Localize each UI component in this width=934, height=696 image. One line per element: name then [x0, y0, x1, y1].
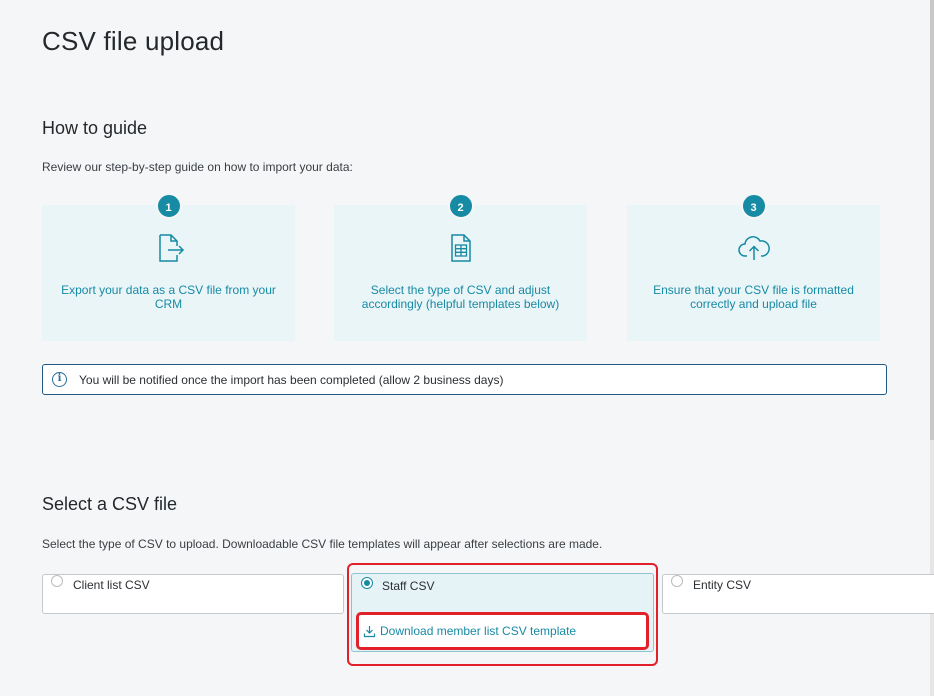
step-card-2: 2 Select the type of CSV and adjust acco… [334, 193, 587, 341]
option-client-list-csv[interactable]: Client list CSV [42, 574, 344, 614]
step-card-1: 1 Export your data as a CSV file from yo… [42, 193, 295, 341]
select-csv-description: Select the type of CSV to upload. Downlo… [42, 537, 603, 551]
how-to-guide-description: Review our step-by-step guide on how to … [42, 160, 353, 174]
info-notice: i You will be notified once the import h… [42, 364, 887, 395]
download-template-row[interactable]: Download member list CSV template [356, 612, 649, 650]
download-icon [363, 625, 376, 637]
info-notice-text: You will be notified once the import has… [79, 372, 504, 387]
file-export-icon [158, 234, 184, 262]
option-label: Client list CSV [73, 578, 150, 592]
spreadsheet-icon [450, 234, 471, 262]
cloud-upload-icon [737, 236, 770, 260]
how-to-guide-heading: How to guide [42, 118, 148, 138]
radio-button[interactable] [671, 575, 683, 587]
option-entity-csv[interactable]: Entity CSV [662, 574, 934, 614]
step-number-badge: 2 [447, 193, 474, 219]
option-label: Entity CSV [693, 578, 752, 592]
radio-button[interactable] [51, 575, 63, 587]
info-icon: i [52, 372, 67, 387]
step-text: Export your data as a CSV file from your… [61, 283, 276, 311]
scrollbar-thumb[interactable] [930, 0, 934, 440]
step-text: Ensure that your CSV file is formatted c… [653, 283, 854, 311]
step-card-3: 3 Ensure that your CSV file is formatted… [627, 193, 880, 341]
page-title: CSV file upload [42, 26, 225, 56]
step-number-badge: 3 [740, 193, 767, 219]
download-template-link[interactable]: Download member list CSV template [380, 624, 576, 638]
step-text: Select the type of CSV and adjust accord… [361, 283, 560, 311]
step-number-badge: 1 [155, 193, 182, 219]
select-csv-heading: Select a CSV file [42, 494, 178, 514]
